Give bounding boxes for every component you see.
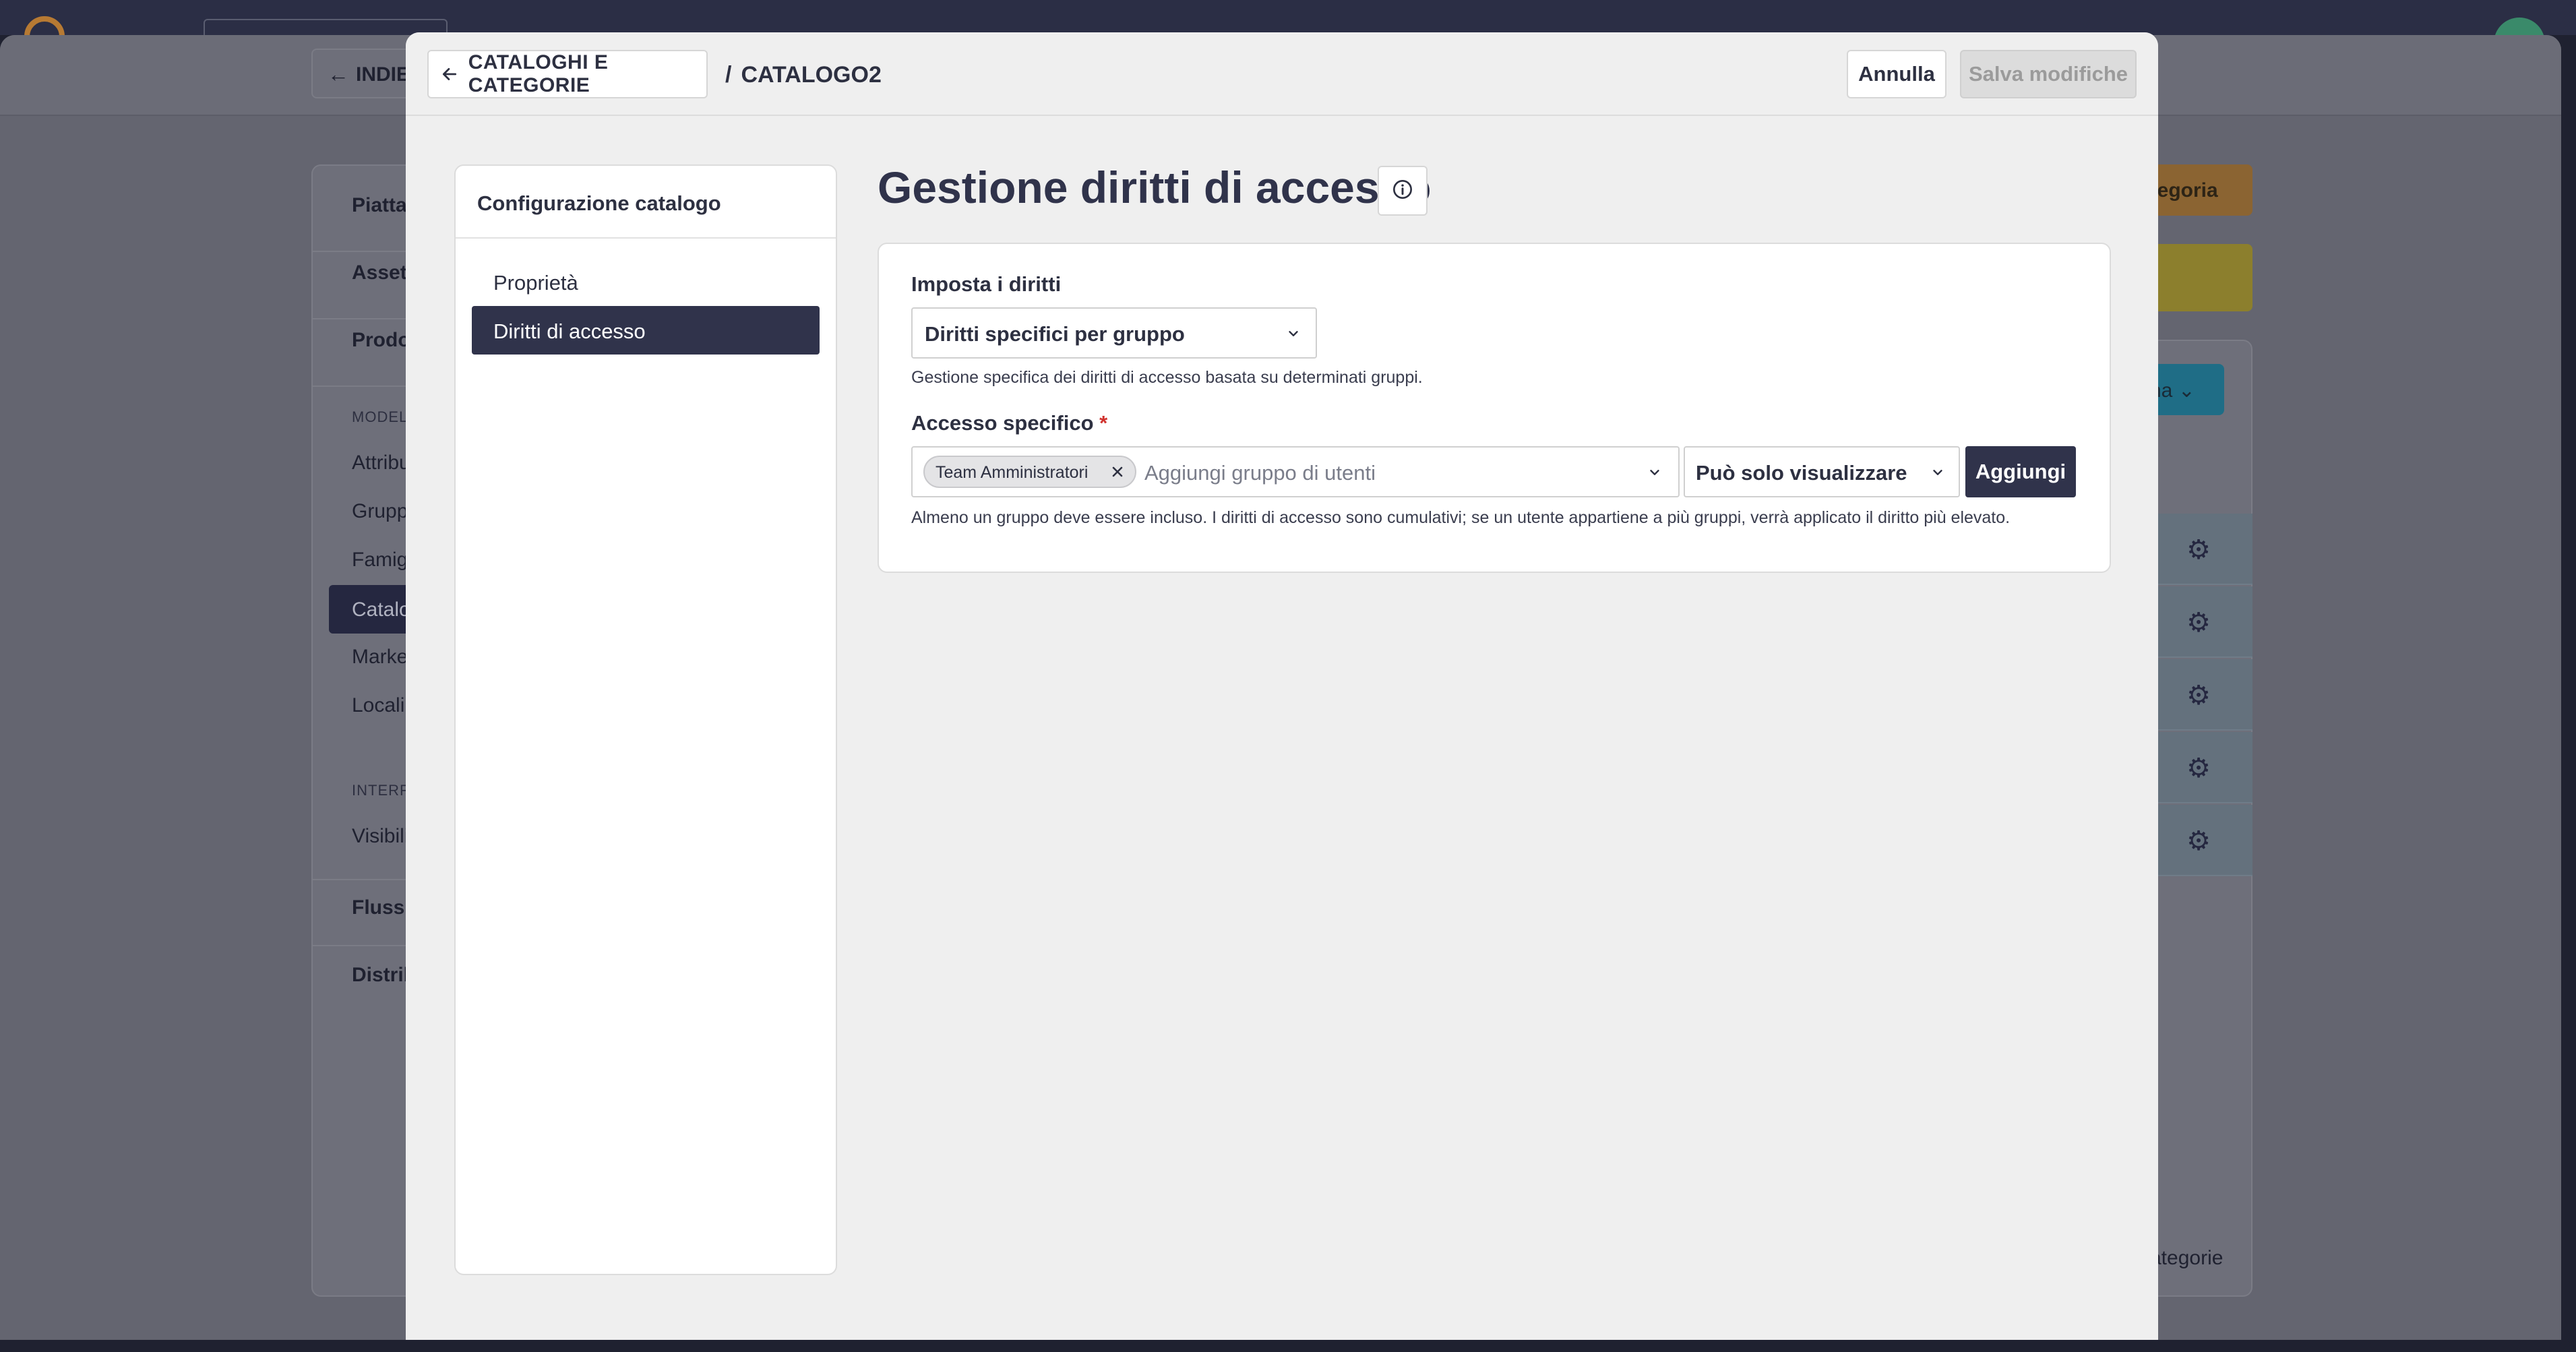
divider [456,237,836,239]
modal-header: CATALOGHI E CATEGORIE / CATALOGO2 Annull… [406,32,2158,116]
group-chip-label: Team Amministratori [936,463,1088,482]
catalog-modal: CATALOGHI E CATEGORIE / CATALOGO2 Annull… [406,32,2158,1340]
sidebar-subitem-label: Catalo [352,598,410,621]
page-title: Gestione diritti di accesso [878,162,1432,212]
info-button[interactable] [1378,166,1428,216]
user-group-input[interactable]: Team Amministratori Aggiungi gruppo di u… [911,446,1680,497]
sidebar-section: MODEL [352,408,408,425]
gear-icon: ⚙ [2186,754,2211,783]
back-button-label: CATALOGHI E CATEGORIE [468,51,609,96]
gear-icon: ⚙ [2186,681,2211,710]
save-changes-button[interactable]: Salva modifiche [1960,50,2137,98]
group-input-placeholder[interactable]: Aggiungi gruppo di utenti [1144,461,1376,485]
sidebar-item: Flussi [352,896,410,919]
info-icon [1392,179,1413,204]
sidebar-subitem: Visibili [352,825,409,847]
group-chip: Team Amministratori [923,456,1136,488]
nav-item-access-rights[interactable]: Diritti di accesso [472,306,820,355]
panel-title: Configurazione catalogo [477,191,721,215]
add-group-button[interactable]: Aggiungi [1965,446,2076,497]
sidebar-item: Asset [352,262,407,284]
footer-link: ategorie [2150,1247,2224,1269]
access-rights-card: Imposta i diritti Diritti specifici per … [878,243,2111,573]
sidebar-subitem: Attribu [352,452,410,474]
permission-select[interactable]: Può solo visualizzare [1684,446,1960,497]
chevron-down-icon [1929,464,1946,481]
catalog-config-panel: Configurazione catalogo Proprietà Diritt… [454,164,837,1275]
sidebar-subitem: Famig [352,549,408,571]
arrow-left-icon: ← [328,62,349,86]
breadcrumb-separator: / [725,62,732,88]
specific-access-help-text: Almeno un gruppo deve essere incluso. I … [911,508,2011,527]
sidebar-item: Piatta [352,194,407,216]
gear-icon: ⚙ [2186,826,2211,856]
specific-access-label-text: Accesso specifico [911,411,1094,435]
rights-select-value: Diritti specifici per gruppo [925,322,1185,346]
breadcrumb-current: CATALOGO2 [741,62,882,88]
chevron-down-icon [1285,325,1302,342]
gear-icon: ⚙ [2186,535,2211,565]
chevron-down-icon[interactable] [1646,464,1663,481]
sidebar-subitem: Marke [352,646,408,668]
required-mark: * [1099,411,1108,435]
sidebar-subitem: Locali [352,694,405,716]
close-icon[interactable] [1109,464,1126,480]
sidebar-section: INTERF [352,782,410,799]
sidebar-item: Prodo [352,329,410,351]
arrow-left-icon [441,64,459,84]
sidebar-subitem: Grupp [352,500,408,522]
rights-select[interactable]: Diritti specifici per gruppo [911,307,1317,359]
nav-item-properties[interactable]: Proprietà [472,257,820,306]
nav-item-label: Proprietà [493,271,578,295]
rights-label: Imposta i diritti [911,272,1062,296]
rights-help-text: Gestione specifica dei diritti di access… [911,368,1423,387]
specific-access-label: Accesso specifico * [911,411,1107,435]
cancel-button[interactable]: Annulla [1847,50,1946,98]
back-to-catalogs-button[interactable]: CATALOGHI E CATEGORIE [427,50,708,98]
nav-item-label: Diritti di accesso [493,319,646,343]
gear-icon: ⚙ [2186,608,2211,638]
permission-select-value: Può solo visualizzare [1696,461,1907,485]
breadcrumb: / CATALOGO2 [725,62,882,88]
